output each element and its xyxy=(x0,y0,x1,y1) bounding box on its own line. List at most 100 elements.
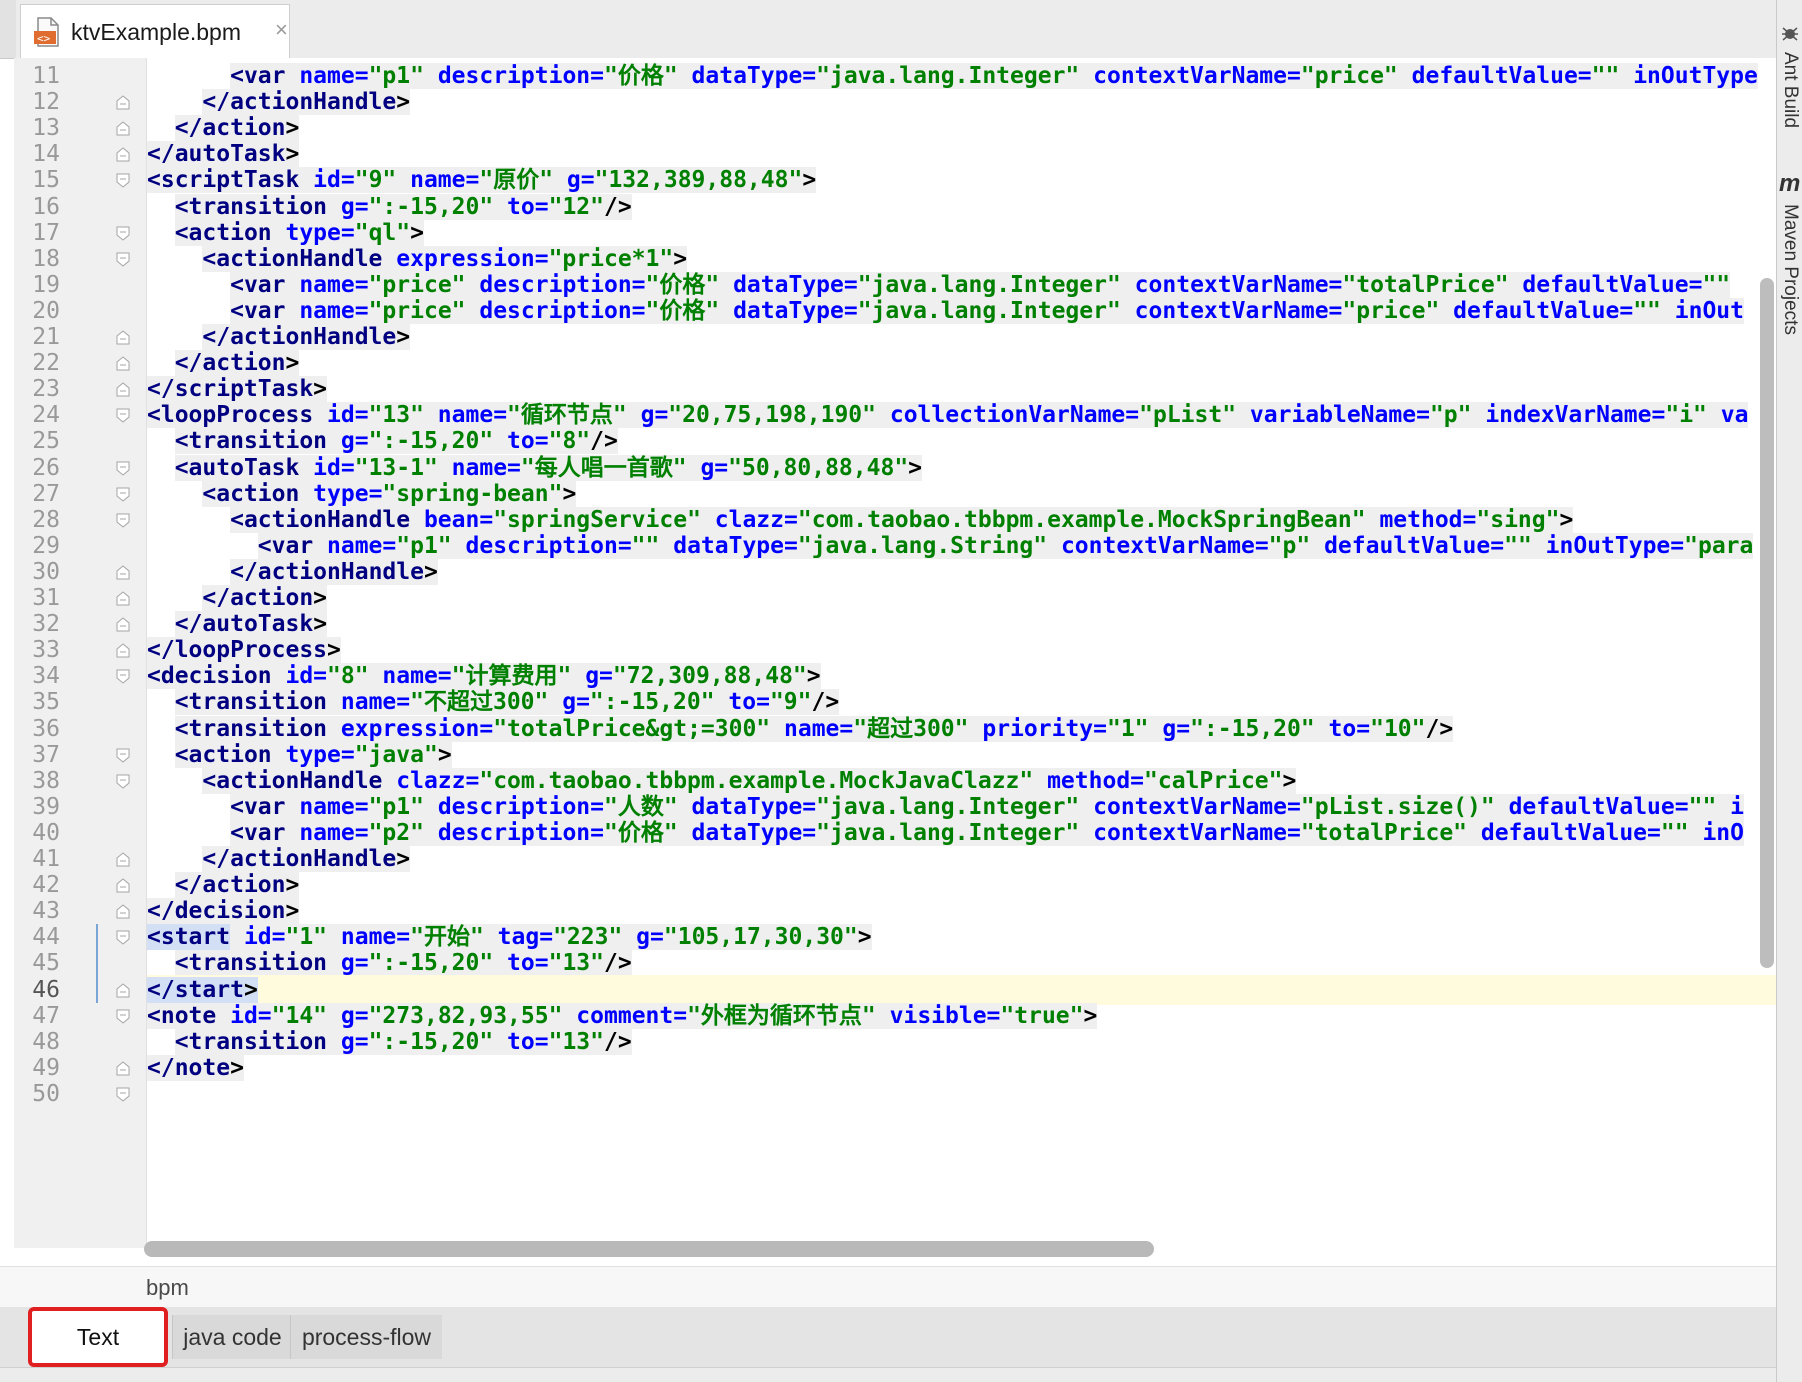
code-token: name= xyxy=(396,167,480,194)
code-token: "price*1" xyxy=(548,245,674,272)
code-token: dataType= xyxy=(719,271,858,298)
code-token: "50,80,88,48" xyxy=(728,454,909,481)
svg-text:<>: <> xyxy=(37,32,51,45)
file-tab[interactable]: <> ktvExample.bpm × xyxy=(20,4,290,58)
code-token: "java.lang.String" xyxy=(797,532,1048,559)
fold-start-icon[interactable] xyxy=(116,408,130,423)
code-token: name= xyxy=(770,715,854,742)
fold-start-icon[interactable] xyxy=(116,461,130,476)
ant-icon[interactable] xyxy=(1779,24,1801,44)
fold-end-icon[interactable] xyxy=(116,330,130,345)
fold-end-icon[interactable] xyxy=(116,121,130,136)
code-token: type= xyxy=(299,480,383,507)
code-token: > xyxy=(908,454,923,481)
code-token: va xyxy=(1706,402,1749,429)
fold-end-icon[interactable] xyxy=(116,565,130,580)
vertical-scrollbar[interactable] xyxy=(1760,278,1774,968)
tab-text[interactable]: Text xyxy=(28,1307,168,1367)
fold-end-icon[interactable] xyxy=(116,382,130,397)
code-token: </autoTask xyxy=(174,611,314,638)
code-token: "" xyxy=(1633,297,1661,324)
code-editor[interactable]: <var name="p1" description="价格" dataType… xyxy=(147,58,1776,1248)
fold-end-icon[interactable] xyxy=(116,852,130,867)
fold-start-icon[interactable] xyxy=(116,930,130,945)
code-token: > xyxy=(327,637,341,664)
code-token: name= xyxy=(423,402,508,429)
fold-start-icon[interactable] xyxy=(116,252,130,267)
maven-icon[interactable]: m xyxy=(1779,170,1800,198)
fold-end-icon[interactable] xyxy=(116,904,130,919)
code-token: "10" xyxy=(1370,715,1426,742)
code-token: /> xyxy=(603,1028,632,1055)
code-token: "计算费用" xyxy=(451,663,572,690)
code-token: > xyxy=(806,663,821,690)
fold-start-icon[interactable] xyxy=(116,487,130,502)
fold-start-icon[interactable] xyxy=(116,173,130,189)
fold-start-icon[interactable] xyxy=(116,226,130,241)
code-token: method= xyxy=(1365,506,1477,533)
close-icon[interactable]: × xyxy=(275,17,288,43)
code-token: "13" xyxy=(368,402,424,429)
fold-start-icon[interactable] xyxy=(116,1009,130,1024)
line-number-gutter[interactable]: 11 12 13 14 15 16 17 18 19 20 21 22 23 24 25 26 27 28 29 30… xyxy=(14,58,147,1248)
code-token: bean= xyxy=(410,506,494,533)
code-token: g= xyxy=(327,428,369,455)
code-token: "i" xyxy=(1665,402,1707,429)
code-token: inOutType xyxy=(1619,63,1758,89)
code-token: description= xyxy=(451,532,632,559)
code-token: "" xyxy=(1591,63,1620,89)
code-token: "1" xyxy=(1106,715,1149,742)
maven-projects-tool-window[interactable]: Maven Projects xyxy=(1779,204,1801,335)
file-tab-label: ktvExample.bpm xyxy=(71,19,242,45)
code-token: "price" xyxy=(1342,297,1440,324)
fold-end-icon[interactable] xyxy=(116,147,130,162)
fold-end-icon[interactable] xyxy=(116,591,130,606)
fold-start-icon[interactable] xyxy=(116,1087,130,1102)
code-token: to= xyxy=(714,689,770,716)
fold-start-icon[interactable] xyxy=(116,513,130,528)
fold-start-icon[interactable] xyxy=(116,774,130,789)
code-token: visible= xyxy=(875,1002,1001,1029)
code-token: "人数" xyxy=(603,793,678,820)
fold-end-icon[interactable] xyxy=(116,356,130,371)
code-token: </actionHandle xyxy=(202,846,397,872)
code-token: description= xyxy=(465,297,646,324)
code-token: contextVarName= xyxy=(1047,532,1269,559)
code-token: "java.lang.Integer" xyxy=(857,297,1121,324)
code-token: > xyxy=(1559,506,1574,533)
fold-end-icon[interactable] xyxy=(116,982,130,998)
fold-end-icon[interactable] xyxy=(116,95,130,110)
code-token: <transition xyxy=(174,715,328,742)
code-token: "8" xyxy=(327,663,369,690)
code-token: "p1" xyxy=(368,793,424,820)
code-token: <loopProcess xyxy=(147,402,314,429)
fold-start-icon[interactable] xyxy=(116,669,130,684)
code-token: "不超过300" xyxy=(410,689,549,716)
breadcrumb-item[interactable]: bpm xyxy=(146,1275,189,1301)
code-line[interactable]: </note> xyxy=(147,1053,244,1083)
code-token: <action xyxy=(174,741,272,768)
tab-process-flow[interactable]: process-flow xyxy=(290,1315,442,1359)
code-token: "8" xyxy=(548,428,591,455)
tab-java-code[interactable]: java code xyxy=(172,1315,292,1359)
code-token: > xyxy=(285,115,300,142)
code-token: </actionHandle xyxy=(202,324,397,350)
horizontal-scrollbar[interactable] xyxy=(144,1241,1154,1257)
fold-end-icon[interactable] xyxy=(116,617,130,632)
code-token: ":-15,20" xyxy=(589,689,715,716)
code-token: > xyxy=(396,324,411,350)
code-token: "java.lang.Integer" xyxy=(857,271,1121,298)
fold-end-icon[interactable] xyxy=(116,878,130,893)
fold-end-icon[interactable] xyxy=(116,643,130,658)
code-token: "开始" xyxy=(410,924,484,951)
fold-start-icon[interactable] xyxy=(116,748,130,763)
fold-end-icon[interactable] xyxy=(116,1061,130,1076)
ant-build-tool-window[interactable]: Ant Build xyxy=(1779,52,1801,128)
code-token: "p2" xyxy=(368,819,424,846)
code-token: i xyxy=(1716,793,1744,820)
